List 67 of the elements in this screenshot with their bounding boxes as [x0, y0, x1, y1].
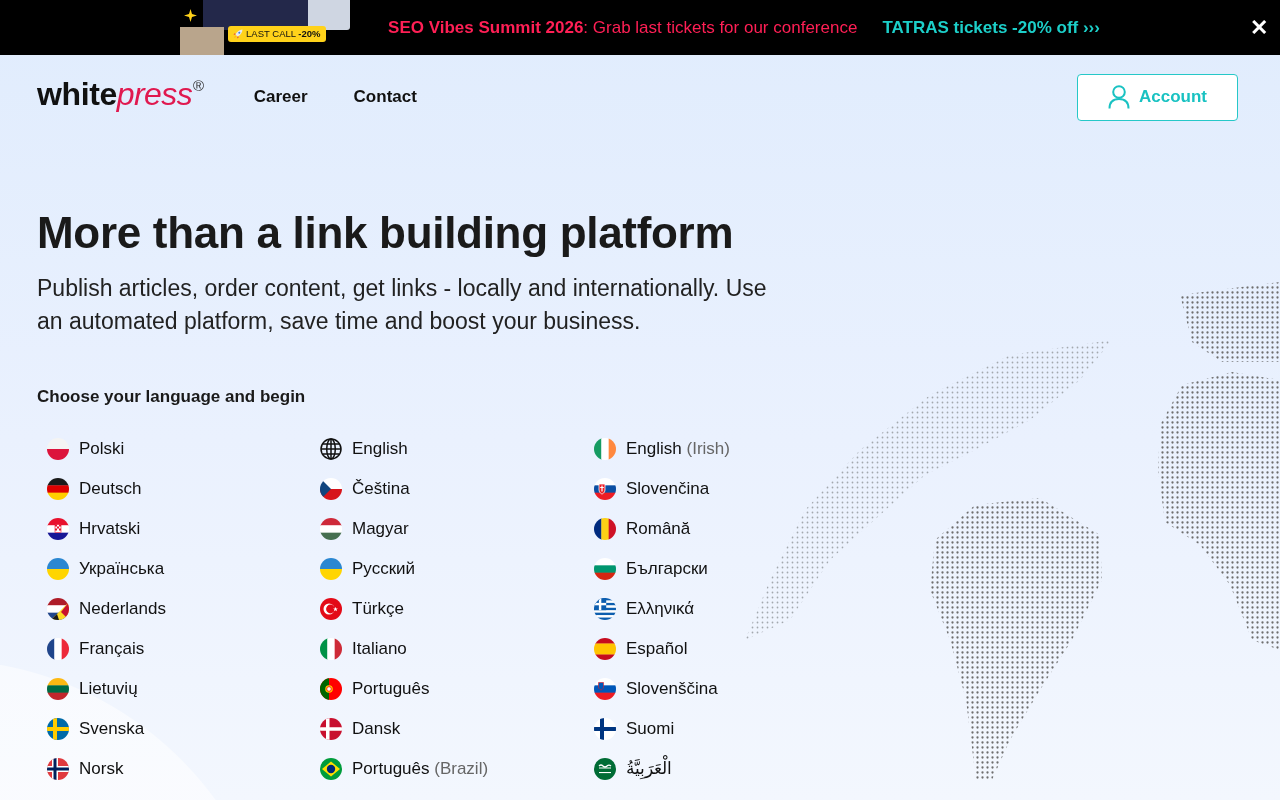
hero-subtitle: Publish articles, order content, get links - locally and internationally. Use an automated platform, save time and boost your business. [37, 274, 768, 336]
close-button[interactable]: ✕ [1248, 14, 1270, 41]
language-link[interactable]: Norsk [37, 749, 128, 789]
globe-icon [320, 438, 342, 460]
language-link[interactable]: Suomi [584, 709, 679, 749]
sparkle-icon [184, 9, 198, 22]
flag-icon [594, 478, 616, 500]
language-link[interactable]: Português [310, 669, 434, 709]
language-link[interactable]: Čeština [310, 469, 414, 509]
language-link[interactable]: Русский [310, 549, 420, 589]
flag-icon [320, 598, 342, 620]
language-link[interactable]: Slovenščina [584, 669, 722, 709]
flag-icon [47, 758, 69, 780]
language-link[interactable]: Türkçe [310, 589, 408, 629]
flag-icon [47, 438, 69, 460]
language-link[interactable]: English [310, 429, 412, 469]
nav-link[interactable]: Contact [353, 84, 417, 110]
flag-icon [320, 678, 342, 700]
flag-icon [320, 758, 342, 780]
page-title: More than a link building platform [37, 207, 734, 259]
flag-icon [47, 478, 69, 500]
flag-icon [47, 558, 69, 580]
language-link[interactable]: Deutsch [37, 469, 146, 509]
language-link[interactable]: Hrvatski [37, 509, 145, 549]
language-link[interactable]: Italiano [310, 629, 411, 669]
language-link[interactable]: Dansk [310, 709, 405, 749]
flag-icon [47, 638, 69, 660]
promo-headline: SEO Vibes Summit 2026: Grab last tickets for our conference [388, 16, 858, 39]
flag-icon [594, 598, 616, 620]
flag-icon [47, 678, 69, 700]
flag-icon [47, 518, 69, 540]
flag-icon [594, 558, 616, 580]
flag-icon [47, 598, 69, 620]
flag-icon [594, 518, 616, 540]
language-link[interactable]: Português (Brazil) [310, 749, 493, 789]
language-link[interactable]: Español [584, 629, 692, 669]
flag-icon [320, 638, 342, 660]
language-link[interactable]: Українська [37, 549, 169, 589]
language-link[interactable]: Български [584, 549, 712, 589]
flag-icon [320, 558, 342, 580]
language-link[interactable]: English (Irish) [584, 429, 734, 469]
language-link[interactable]: Ελληνικά [584, 589, 699, 629]
rocket-icon [233, 29, 244, 39]
nav-link[interactable]: Career [253, 84, 308, 110]
language-link[interactable]: الْعَرَبِيَّةُ [584, 749, 676, 789]
logo[interactable]: whitepress$^{®}$ [37, 71, 204, 123]
flag-icon [320, 518, 342, 540]
language-link[interactable]: Slovenčina [584, 469, 714, 509]
flag-icon [594, 438, 616, 460]
flag-icon [594, 638, 616, 660]
flag-icon [594, 758, 616, 780]
last-call-label: LAST CALL -20% [246, 29, 321, 39]
flag-icon [47, 718, 69, 740]
flag-icon [320, 718, 342, 740]
language-link[interactable]: Magyar [310, 509, 413, 549]
flag-icon [320, 478, 342, 500]
language-link[interactable]: Lietuvių [37, 669, 142, 709]
flag-icon [594, 678, 616, 700]
language-link[interactable]: Nederlands [37, 589, 170, 629]
flag-icon [594, 718, 616, 740]
language-link[interactable]: Svenska [37, 709, 149, 749]
user-icon [1108, 85, 1130, 109]
language-link[interactable]: Polski [37, 429, 129, 469]
promo-link[interactable]: TATRAS tickets -20% off ››› [882, 14, 1100, 41]
language-link[interactable]: Français [37, 629, 149, 669]
language-heading: Choose your language and begin [37, 386, 306, 408]
language-link[interactable]: Română [584, 509, 695, 549]
